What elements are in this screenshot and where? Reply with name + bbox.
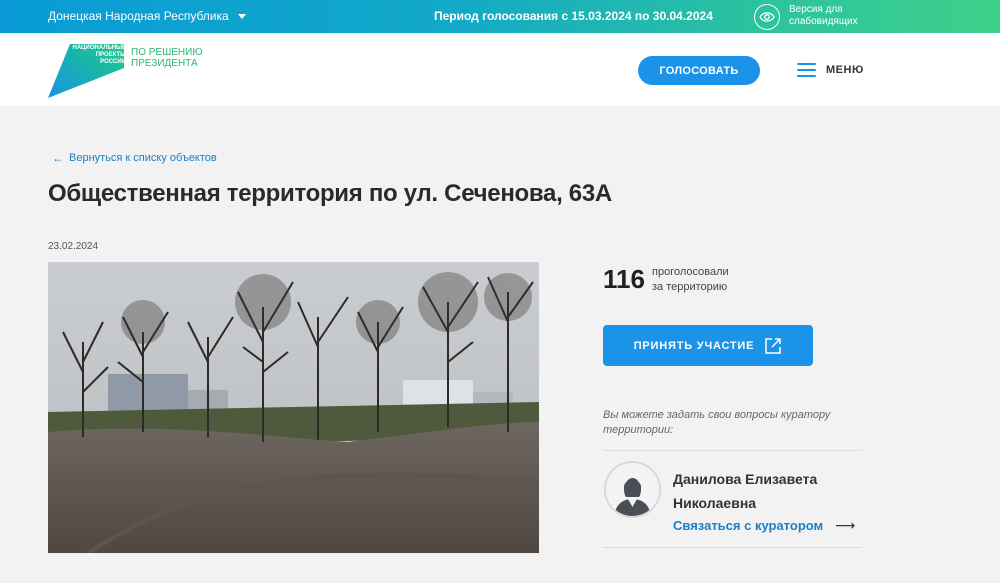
top-bar: Донецкая Народная Республика Период голо… xyxy=(0,0,1000,33)
vision-line2: слабовидящих xyxy=(789,16,858,27)
votes-label: проголосовали за территорию xyxy=(652,265,762,295)
region-label: Донецкая Народная Республика xyxy=(48,9,229,23)
page-title: Общественная территория по ул. Сеченова,… xyxy=(48,180,612,207)
logo-line1: НАЦИОНАЛЬНЫЕ xyxy=(72,45,127,51)
logo-line2: ПРОЕКТЫ xyxy=(95,52,126,58)
menu-icon xyxy=(797,63,816,77)
back-link[interactable]: ← Вернуться к списку объектов xyxy=(52,151,217,165)
region-selector[interactable]: Донецкая Народная Республика xyxy=(48,9,246,23)
contact-label: Связаться с куратором xyxy=(673,518,824,533)
contact-curator-link[interactable]: Связаться с куратором ⟶ xyxy=(673,517,855,534)
logo-slogan: ПО РЕШЕНИЮ ПРЕЗИДЕНТА xyxy=(131,47,211,69)
publish-date: 23.02.2024 xyxy=(48,241,99,252)
votes-label-line1: проголосовали xyxy=(652,266,729,278)
participate-label: ПРИНЯТЬ УЧАСТИЕ xyxy=(633,339,755,352)
curator-name-line2: Николаевна xyxy=(673,495,757,511)
accessibility-version-link[interactable]: Версия для слабовидящих xyxy=(789,4,879,28)
vision-line1: Версия для xyxy=(789,4,843,15)
menu-label: МЕНЮ xyxy=(826,64,864,76)
logo-line3: РОССИИ xyxy=(100,59,126,65)
curator-name-line1: Данилова Елизавета xyxy=(673,471,818,487)
divider xyxy=(603,547,862,548)
menu-toggle[interactable]: МЕНЮ xyxy=(797,63,864,77)
slogan-line1: ПО РЕШЕНИЮ xyxy=(131,47,203,58)
logo[interactable]: НАЦИОНАЛЬНЫЕ ПРОЕКТЫ РОССИИ ПО РЕШЕНИЮ П… xyxy=(48,44,208,98)
external-link-icon xyxy=(765,337,782,354)
site-header: НАЦИОНАЛЬНЫЕ ПРОЕКТЫ РОССИИ ПО РЕШЕНИЮ П… xyxy=(0,33,1000,106)
voting-period: Период голосования с 15.03.2024 по 30.04… xyxy=(434,9,713,23)
slogan-line2: ПРЕЗИДЕНТА xyxy=(131,58,198,69)
arrow-right-icon: ⟶ xyxy=(835,517,856,533)
votes-label-line2: за территорию xyxy=(652,281,728,293)
divider xyxy=(603,450,862,451)
territory-photo xyxy=(48,262,539,553)
vote-button[interactable]: ГОЛОСОВАТЬ xyxy=(638,56,760,85)
arrow-left-icon: ← xyxy=(52,151,64,165)
logo-text: НАЦИОНАЛЬНЫЕ ПРОЕКТЫ РОССИИ xyxy=(70,45,127,66)
votes-count: 116 xyxy=(603,264,645,294)
back-label: Вернуться к списку объектов xyxy=(69,152,217,164)
curator-question: Вы можете задать свои вопросы куратору т… xyxy=(603,409,831,436)
participate-button[interactable]: ПРИНЯТЬ УЧАСТИЕ xyxy=(603,325,813,366)
eye-icon[interactable] xyxy=(754,4,780,30)
avatar-icon xyxy=(604,461,661,518)
chevron-down-icon xyxy=(237,13,246,19)
curator-name: Данилова Елизавета Николаевна xyxy=(673,467,853,515)
